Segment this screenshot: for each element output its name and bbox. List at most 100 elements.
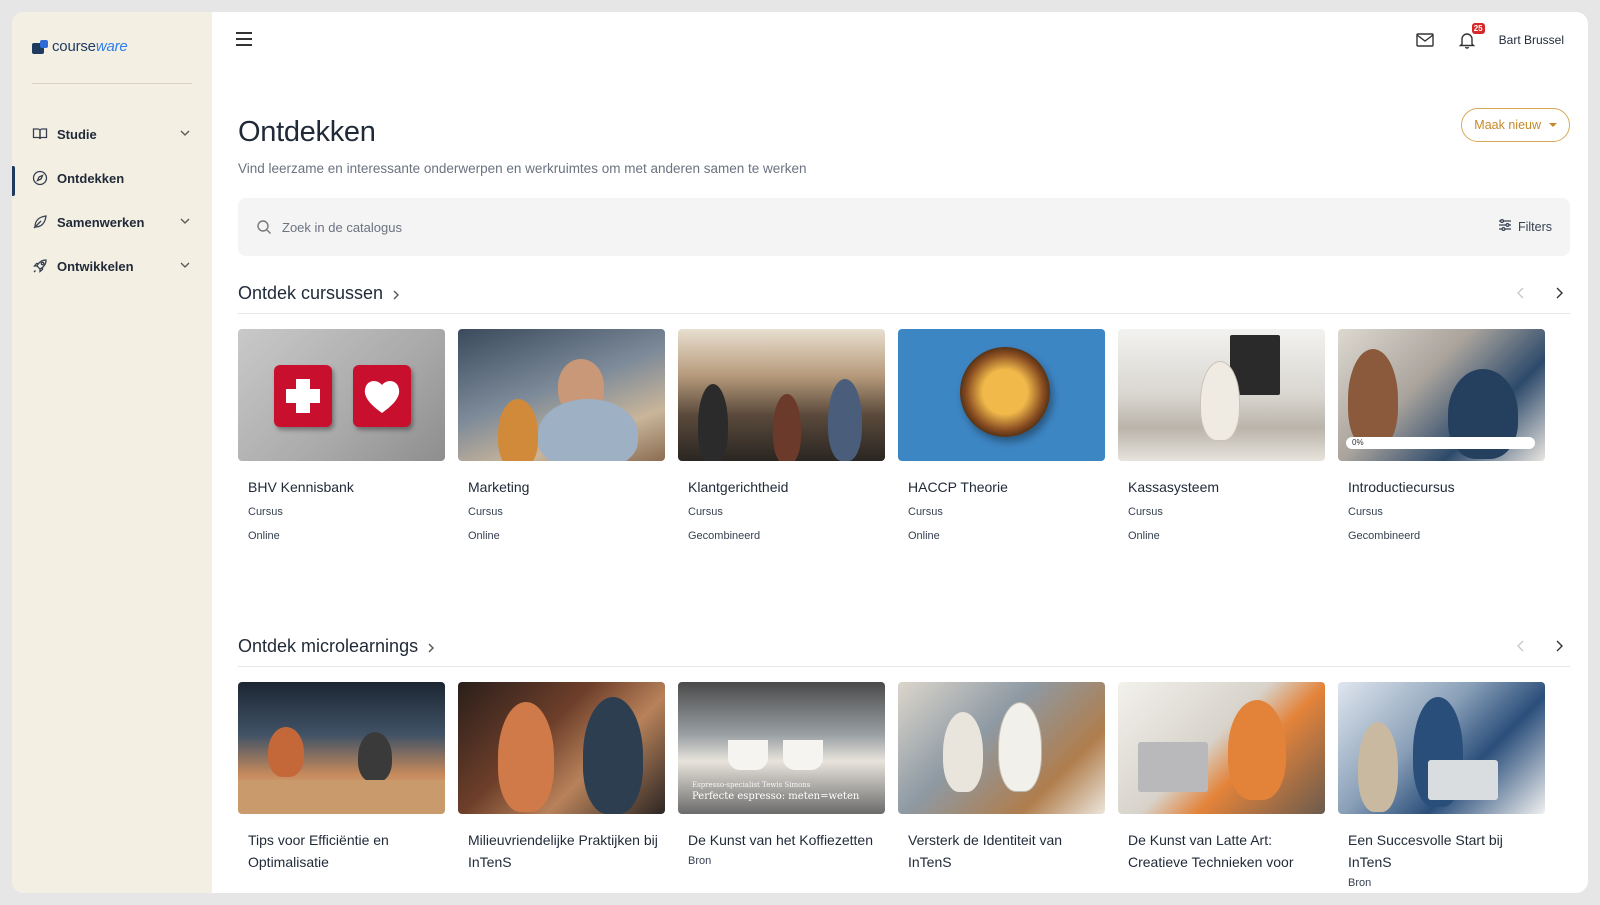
sidebar-item-label: Studie bbox=[57, 126, 97, 142]
course-thumbnail bbox=[458, 329, 665, 461]
microlearning-cards: Tips voor Efficiëntie en Optimalisatie M… bbox=[238, 682, 1570, 889]
sidebar-nav: Studie Ontdekken Samenwerken Ontwikkelen bbox=[12, 112, 212, 288]
card-title: Introductiecursus bbox=[1348, 479, 1455, 495]
card-title: Tips voor Efficiëntie en Optimalisatie bbox=[248, 832, 389, 870]
carousel-next-icon[interactable] bbox=[1552, 639, 1566, 653]
notification-badge: 25 bbox=[1471, 23, 1485, 34]
courses-section-header: Ontdek cursussen bbox=[238, 274, 1570, 314]
caret-down-icon bbox=[1549, 123, 1557, 127]
microlearning-thumbnail bbox=[458, 682, 665, 814]
carousel-prev-icon[interactable] bbox=[1514, 639, 1528, 653]
sidebar-item-label: Ontdekken bbox=[57, 170, 125, 186]
course-card[interactable]: BHV Kennisbank Cursus Online bbox=[238, 329, 445, 542]
leaf-icon bbox=[32, 214, 48, 230]
card-type: Cursus bbox=[468, 506, 503, 518]
card-type: Cursus bbox=[1128, 506, 1163, 518]
card-title: Klantgerichtheid bbox=[688, 479, 789, 495]
chevron-right-icon[interactable] bbox=[391, 288, 401, 300]
carousel-prev-icon[interactable] bbox=[1514, 286, 1528, 300]
thumbnail-caption: Espresso-specialist Tewis Simons Perfect… bbox=[692, 781, 860, 802]
microlearning-card[interactable]: Versterk de Identiteit van InTenS bbox=[898, 682, 1105, 889]
card-mode: Online bbox=[908, 530, 940, 542]
card-mode: Gecombineerd bbox=[688, 530, 761, 542]
microlearning-card[interactable]: Milieuvriendelijke Praktijken bij InTenS bbox=[458, 682, 665, 889]
card-mode: Online bbox=[468, 530, 500, 542]
filters-label: Filters bbox=[1517, 219, 1552, 234]
course-card[interactable]: HACCP Theorie Cursus Online bbox=[898, 329, 1105, 542]
carousel-controls bbox=[1514, 639, 1566, 653]
logo-icon bbox=[32, 39, 50, 54]
card-title: BHV Kennisbank bbox=[248, 479, 354, 495]
course-thumbnail bbox=[678, 329, 885, 461]
section-title[interactable]: Ontdek microlearnings bbox=[238, 636, 418, 657]
card-mode: Gecombineerd bbox=[1348, 530, 1421, 542]
bell-icon[interactable]: 25 bbox=[1457, 23, 1485, 50]
microlearning-thumbnail bbox=[238, 682, 445, 814]
microlearning-thumbnail bbox=[898, 682, 1105, 814]
sidebar: courseware Studie Ontdekken Samenwerken … bbox=[12, 12, 212, 893]
menu-icon[interactable] bbox=[236, 32, 252, 46]
chevron-down-icon bbox=[178, 126, 192, 140]
progress-label: 0% bbox=[1352, 438, 1364, 447]
search-input[interactable] bbox=[282, 219, 882, 235]
card-type: Cursus bbox=[688, 506, 723, 518]
book-icon bbox=[32, 126, 48, 142]
section-title[interactable]: Ontdek cursussen bbox=[238, 283, 383, 304]
microlearning-thumbnail bbox=[1338, 682, 1545, 814]
course-thumbnail: 0% bbox=[1338, 329, 1545, 461]
course-thumbnail bbox=[898, 329, 1105, 461]
course-thumbnail bbox=[238, 329, 445, 461]
course-card[interactable]: Marketing Cursus Online bbox=[458, 329, 665, 542]
card-type: Bron bbox=[1348, 877, 1372, 889]
catalog-search-bar: Filters bbox=[238, 198, 1570, 256]
first-aid-icon bbox=[274, 365, 332, 427]
carousel-next-icon[interactable] bbox=[1552, 286, 1566, 300]
card-type: Cursus bbox=[248, 506, 283, 518]
card-title: Milieuvriendelijke Praktijken bij InTenS bbox=[468, 832, 658, 870]
card-title: Marketing bbox=[468, 479, 530, 495]
microlearnings-section-header: Ontdek microlearnings bbox=[238, 627, 1570, 667]
progress-bar: 0% bbox=[1346, 437, 1535, 449]
course-card[interactable]: Klantgerichtheid Cursus Gecombineerd bbox=[678, 329, 885, 542]
card-type: Bron bbox=[688, 855, 712, 867]
user-name[interactable]: Bart Brussel bbox=[1499, 33, 1564, 47]
topbar: 25 Bart Brussel bbox=[212, 12, 1588, 70]
sidebar-item-ontdekken[interactable]: Ontdekken bbox=[12, 156, 212, 200]
chevron-right-icon[interactable] bbox=[426, 641, 436, 653]
sidebar-item-ontwikkelen[interactable]: Ontwikkelen bbox=[12, 244, 212, 288]
microlearning-card[interactable]: Espresso-specialist Tewis Simons Perfect… bbox=[678, 682, 885, 889]
logo[interactable]: courseware bbox=[32, 38, 128, 55]
topbar-actions: 25 Bart Brussel bbox=[1415, 23, 1564, 50]
sidebar-item-studie[interactable]: Studie bbox=[12, 112, 212, 156]
card-mode: Online bbox=[1128, 530, 1160, 542]
microlearning-thumbnail: Espresso-specialist Tewis Simons Perfect… bbox=[678, 682, 885, 814]
microlearning-thumbnail bbox=[1118, 682, 1325, 814]
card-title: HACCP Theorie bbox=[908, 479, 1008, 495]
microlearning-card[interactable]: Een Succesvolle Start bij InTenS Bron bbox=[1338, 682, 1545, 889]
carousel-controls bbox=[1514, 286, 1566, 300]
page-subtitle: Vind leerzame en interessante onderwerpe… bbox=[238, 161, 807, 176]
app-window: courseware Studie Ontdekken Samenwerken … bbox=[12, 12, 1588, 893]
make-new-button[interactable]: Maak nieuw bbox=[1461, 108, 1570, 142]
courses-section: Ontdek cursussen BHV Kennisbank Cursus O… bbox=[238, 274, 1570, 542]
course-thumbnail bbox=[1118, 329, 1325, 461]
card-title: De Kunst van Latte Art: Creatieve Techni… bbox=[1128, 832, 1294, 870]
sidebar-item-samenwerken[interactable]: Samenwerken bbox=[12, 200, 212, 244]
card-title: Een Succesvolle Start bij InTenS bbox=[1348, 832, 1503, 870]
card-mode: Online bbox=[248, 530, 280, 542]
filters-button[interactable]: Filters bbox=[1498, 218, 1552, 235]
microlearning-card[interactable]: De Kunst van Latte Art: Creatieve Techni… bbox=[1118, 682, 1325, 889]
sidebar-item-label: Samenwerken bbox=[57, 214, 145, 230]
card-title: De Kunst van het Koffiezetten bbox=[688, 832, 873, 848]
page-header: Ontdekken Vind leerzame en interessante … bbox=[238, 116, 807, 176]
sliders-icon bbox=[1498, 218, 1512, 235]
search-icon bbox=[256, 219, 272, 235]
mail-icon[interactable] bbox=[1415, 30, 1435, 50]
course-card[interactable]: Kassasysteem Cursus Online bbox=[1118, 329, 1325, 542]
microlearnings-section: Ontdek microlearnings Tips voor Efficiën… bbox=[238, 627, 1570, 889]
card-type: Cursus bbox=[1348, 506, 1383, 518]
card-title: Kassasysteem bbox=[1128, 479, 1220, 495]
course-card[interactable]: 0% Introductiecursus Cursus Gecombineerd bbox=[1338, 329, 1545, 542]
page-title: Ontdekken bbox=[238, 116, 376, 148]
microlearning-card[interactable]: Tips voor Efficiëntie en Optimalisatie bbox=[238, 682, 445, 889]
